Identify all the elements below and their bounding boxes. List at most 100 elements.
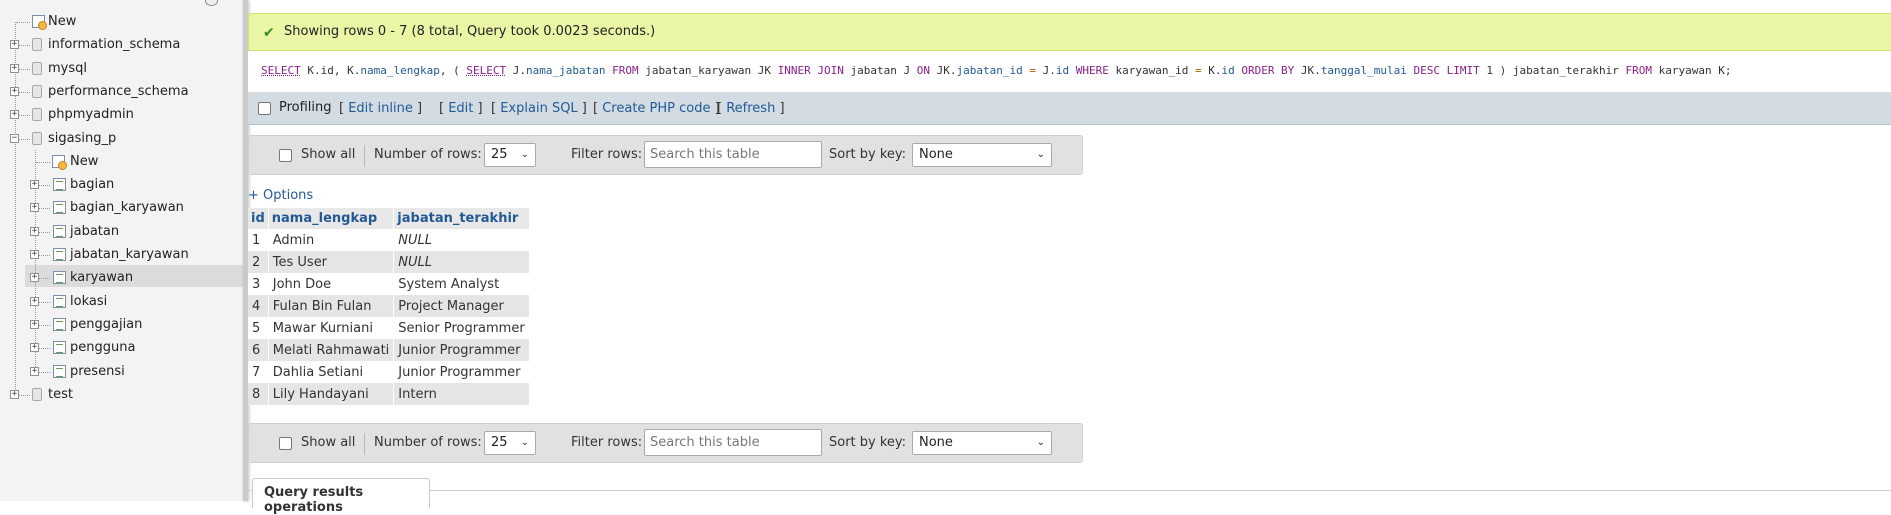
show-all-checkbox[interactable] — [279, 149, 292, 162]
sidebar-item-jabatan[interactable]: + jabatan — [0, 222, 243, 242]
new-item-icon — [32, 15, 47, 30]
sidebar-item-bagian[interactable]: + bagian — [0, 175, 243, 195]
table-icon — [53, 341, 66, 355]
expand-icon[interactable]: + — [30, 250, 39, 259]
expand-icon[interactable]: + — [30, 273, 39, 283]
database-icon — [32, 131, 42, 145]
cell-jabatan-terakhir: Project Manager — [393, 295, 530, 317]
sidebar-item-label: phpmyadmin — [48, 107, 134, 123]
table-row[interactable]: 5 Mawar Kurniani Senior Programmer — [248, 317, 530, 339]
divider — [364, 145, 365, 167]
edit-link[interactable]: [ Edit ] — [439, 101, 483, 116]
expand-icon[interactable]: + — [10, 110, 19, 120]
sync-icon[interactable] — [205, 0, 218, 6]
expand-icon[interactable]: + — [30, 203, 39, 213]
table-row[interactable]: 2 Tes User NULL — [248, 251, 530, 273]
sidebar-item-label: performance_schema — [48, 83, 189, 99]
sql-token: DESC — [1406, 64, 1441, 77]
expand-icon[interactable]: + — [30, 296, 39, 306]
expand-icon[interactable]: + — [10, 389, 19, 399]
sidebar-item-penggajian[interactable]: + penggajian — [0, 315, 243, 335]
sidebar-item-lokasi[interactable]: + lokasi — [0, 292, 243, 312]
sidebar-item-phpmyadmin[interactable]: + phpmyadmin — [0, 105, 243, 125]
sidebar-item-label: jabatan — [70, 223, 120, 239]
expand-icon[interactable]: + — [30, 366, 39, 376]
sidebar-item-new[interactable]: New — [0, 152, 243, 172]
profiling-checkbox[interactable] — [258, 102, 271, 115]
show-all-checkbox[interactable] — [279, 437, 292, 450]
sql-token: jabatan_karyawan JK — [638, 64, 778, 77]
sidebar-item-label: bagian_karyawan — [70, 200, 184, 216]
cell-nama-lengkap: Mawar Kurniani — [268, 317, 395, 339]
table-icon — [53, 224, 66, 238]
divider — [364, 433, 365, 455]
database-icon — [32, 387, 42, 401]
expand-icon[interactable]: + — [30, 343, 39, 353]
sql-query-display[interactable]: SELECT K.id, K.nama_lengkap, ( SELECT J.… — [248, 51, 1891, 93]
cell-nama-lengkap: John Doe — [268, 273, 395, 295]
cell-jabatan-terakhir: Junior Programmer — [393, 339, 530, 361]
rows-select[interactable]: 25 ⌄ — [484, 431, 536, 455]
sidebar-item-sigasing-p[interactable]: − sigasing_p — [0, 129, 243, 149]
database-icon — [32, 61, 42, 75]
refresh-link[interactable]: [ Refresh ] — [717, 101, 785, 116]
profiling-label: Profiling — [279, 100, 332, 115]
table-row[interactable]: 3 John Doe System Analyst — [248, 273, 530, 295]
table-navigation-top: Show all Number of rows: 25 ⌄ Filter rows… — [248, 135, 1083, 175]
sidebar-item-new[interactable]: New — [0, 12, 243, 32]
sql-token: = — [1194, 64, 1202, 77]
cell-jabatan-terakhir: System Analyst — [393, 273, 530, 295]
create-php-code-link[interactable]: [ Create PHP code ] — [593, 101, 720, 116]
cell-nama-lengkap: Dahlia Setiani — [268, 361, 395, 383]
sort-by-key-select[interactable]: None ⌄ — [912, 143, 1052, 167]
column-header-nama-lengkap[interactable]: nama_lengkap — [268, 208, 395, 229]
column-header-id[interactable]: id — [248, 208, 269, 229]
sidebar-item-label: sigasing_p — [48, 130, 117, 146]
expand-icon[interactable]: + — [10, 63, 19, 73]
cell-jabatan-terakhir: NULL — [393, 251, 530, 273]
sort-by-key-select[interactable]: None ⌄ — [912, 431, 1052, 455]
expand-icon[interactable]: + — [30, 319, 39, 329]
tree-connector — [36, 161, 50, 163]
sidebar-item-pengguna[interactable]: + pengguna — [0, 338, 243, 358]
sidebar-item-mysql[interactable]: + mysql — [0, 59, 243, 79]
chevron-down-icon: ⌄ — [520, 437, 529, 448]
filter-rows-input[interactable]: Search this table — [644, 429, 822, 456]
sidebar-item-performance-schema[interactable]: + performance_schema — [0, 82, 243, 102]
table-icon — [53, 248, 66, 261]
sidebar-item-label: New — [48, 14, 77, 29]
cell-id: 8 — [248, 383, 269, 405]
expand-icon[interactable]: + — [10, 40, 19, 50]
success-message: ✔ Showing rows 0 - 7 (8 total, Query too… — [248, 13, 1891, 51]
table-row[interactable]: 6 Melati Rahmawati Junior Programmer — [248, 339, 530, 361]
cell-id: 2 — [248, 251, 269, 273]
sidebar-item-presensi[interactable]: + presensi — [0, 362, 243, 382]
rows-select[interactable]: 25 ⌄ — [484, 143, 536, 167]
sidebar-item-test[interactable]: + test — [0, 385, 243, 405]
expand-icon[interactable]: + — [30, 226, 39, 236]
table-row[interactable]: 1 Admin NULL — [248, 229, 530, 251]
expand-icon[interactable]: + — [10, 86, 19, 96]
expand-icon[interactable]: + — [30, 180, 39, 190]
results-table: id nama_lengkap jabatan_terakhir 1 Admin N… — [248, 208, 530, 405]
table-row[interactable]: 7 Dahlia Setiani Junior Programmer — [248, 361, 530, 383]
edit-inline-link[interactable]: [ Edit inline ] — [339, 101, 422, 116]
sidebar-item-karyawan[interactable]: + karyawan — [0, 268, 243, 288]
explain-sql-link[interactable]: [ Explain SQL ] — [491, 101, 587, 116]
sidebar-item-jabatan-karyawan[interactable]: + jabatan_karyawan — [0, 245, 243, 265]
sidebar-item-bagian-karyawan[interactable]: + bagian_karyawan — [0, 198, 243, 218]
sidebar-item-information-schema[interactable]: + information_schema — [0, 35, 243, 55]
options-link[interactable]: + Options — [248, 188, 313, 203]
cell-jabatan-terakhir: Senior Programmer — [393, 317, 530, 339]
sidebar-item-label: test — [48, 386, 73, 402]
table-row[interactable]: 8 Lily Handayani Intern — [248, 383, 530, 405]
sql-token: id — [1055, 64, 1070, 77]
cell-id: 7 — [248, 361, 269, 383]
collapse-icon[interactable]: − — [10, 133, 19, 143]
cell-nama-lengkap: Lily Handayani — [268, 383, 395, 405]
table-row[interactable]: 4 Fulan Bin Fulan Project Manager — [248, 295, 530, 317]
checkmark-icon: ✔ — [263, 25, 275, 41]
sql-token: FROM — [605, 64, 639, 77]
column-header-jabatan-terakhir[interactable]: jabatan_terakhir — [393, 208, 530, 229]
filter-rows-input[interactable]: Search this table — [644, 141, 822, 168]
